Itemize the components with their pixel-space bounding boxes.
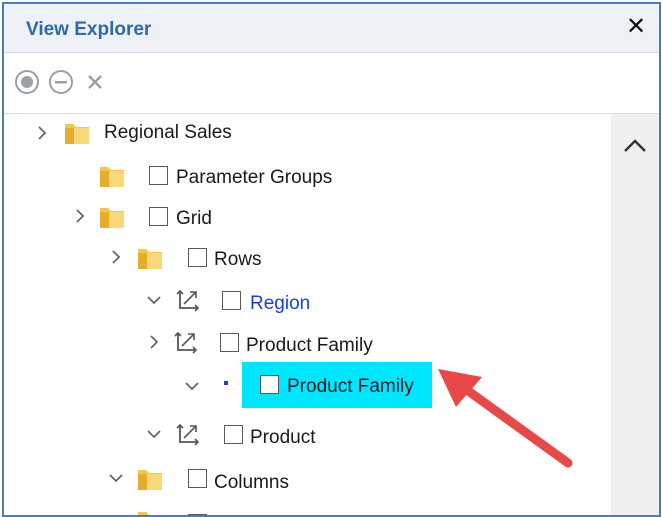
checkbox[interactable] [149, 207, 168, 226]
close-icon[interactable] [82, 69, 108, 95]
panel-titlebar: View Explorer ✕ [4, 4, 659, 53]
chevron-right-icon[interactable] [146, 334, 162, 350]
tree-node-regional-sales[interactable]: Regional Sales [4, 118, 604, 148]
close-icon[interactable]: ✕ [623, 14, 649, 40]
chevron-down-icon[interactable] [146, 292, 162, 308]
tree-node-label: Columns [214, 472, 289, 493]
folder-icon [138, 249, 162, 269]
checkbox[interactable] [149, 166, 168, 185]
tree-node-region[interactable]: Region [4, 286, 604, 316]
checkbox[interactable] [188, 469, 207, 488]
tree-node-label: Regional Sales [104, 122, 232, 143]
folder-icon [100, 208, 124, 228]
checkbox[interactable] [224, 425, 243, 444]
tree-node-product-family[interactable]: Product Family [4, 328, 604, 358]
tree-node-label: Product Family [287, 376, 414, 397]
tree-node-grid[interactable]: Grid [4, 202, 604, 232]
tree-node-label: Grid [176, 208, 212, 229]
chevron-down-icon[interactable] [146, 426, 162, 442]
folder-icon [138, 512, 162, 515]
tree-node-label[interactable]: Region [250, 293, 310, 315]
chevron-right-icon[interactable] [72, 208, 88, 224]
tree-node-label: Parameter Groups [176, 167, 333, 188]
chevron-right-icon[interactable] [34, 125, 50, 141]
record-icon[interactable] [14, 69, 40, 95]
folder-icon [100, 167, 124, 187]
annotation-arrow [438, 369, 573, 468]
pivot-icon [174, 331, 198, 354]
chevron-right-icon[interactable] [108, 249, 124, 265]
member-dot-icon [224, 381, 228, 385]
toolbar [4, 53, 659, 114]
tree-node-parameter-groups[interactable]: Parameter Groups [4, 161, 604, 191]
tree-node-partial[interactable] [4, 506, 604, 515]
checkbox[interactable] [188, 248, 207, 267]
chevron-down-icon[interactable] [184, 378, 200, 394]
panel-title: View Explorer [26, 19, 152, 40]
chevron-down-icon[interactable] [108, 470, 124, 486]
tree-node-label: Product Family [246, 335, 373, 356]
tree-node-label: Rows [214, 249, 262, 270]
folder-icon [138, 470, 162, 490]
chevron-up-icon[interactable] [621, 134, 649, 158]
remove-icon[interactable] [48, 69, 74, 95]
tree-node-label: Product [250, 427, 316, 448]
checkbox[interactable] [260, 375, 279, 394]
vertical-scrollbar[interactable] [611, 114, 659, 515]
pivot-icon [176, 423, 200, 446]
folder-icon [65, 124, 89, 144]
checkbox[interactable] [222, 291, 241, 310]
tree-node-rows[interactable]: Rows [4, 243, 604, 273]
checkbox[interactable] [220, 333, 239, 352]
pivot-icon [176, 289, 200, 312]
